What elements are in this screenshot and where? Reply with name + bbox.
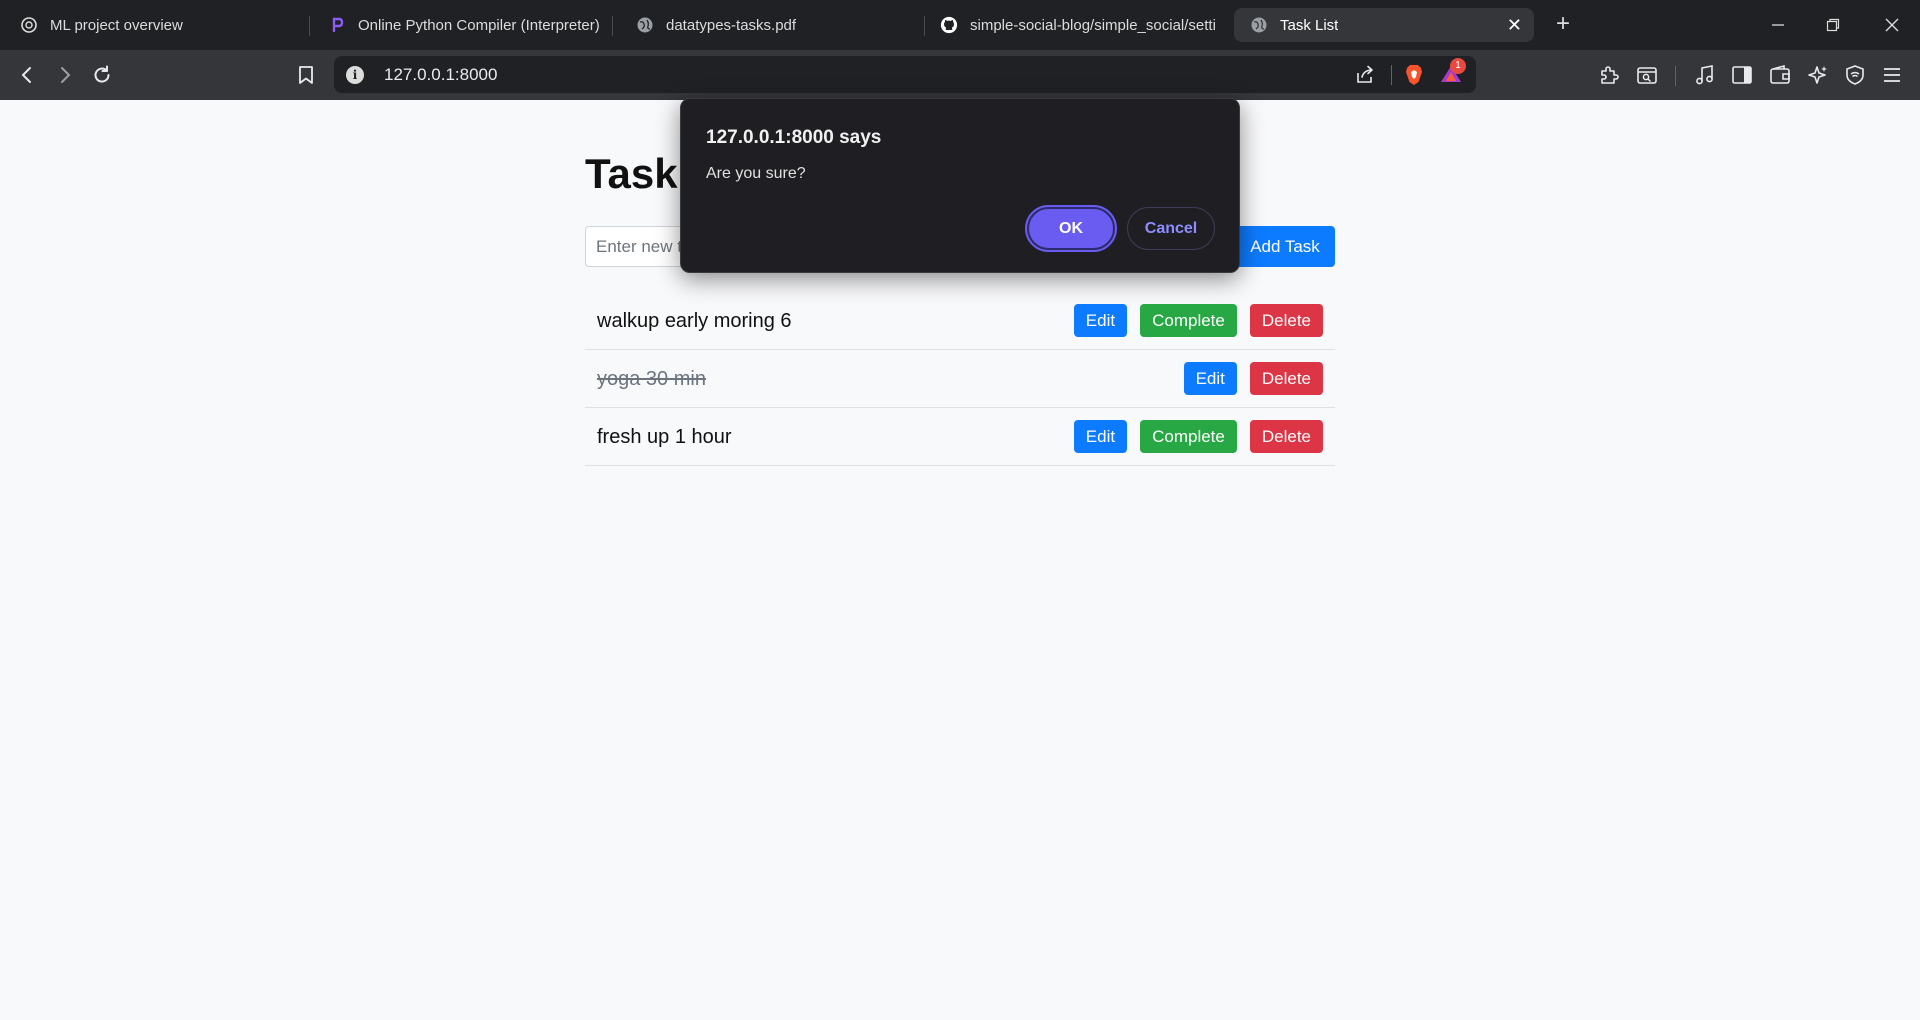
dialog-ok-button[interactable]: OK bbox=[1025, 205, 1117, 252]
site-info-icon[interactable]: i bbox=[346, 66, 364, 84]
task-text: fresh up 1 hour bbox=[597, 426, 732, 448]
new-tab-button[interactable]: + bbox=[1550, 12, 1576, 38]
tab-title: simple-social-blog/simple_social/setting… bbox=[970, 16, 1216, 34]
wallet-icon[interactable] bbox=[1767, 62, 1793, 88]
vpn-shield-icon[interactable] bbox=[1842, 62, 1868, 88]
tab-github-settings[interactable]: simple-social-blog/simple_social/setting… bbox=[940, 0, 1216, 50]
url-text[interactable]: 127.0.0.1:8000 bbox=[384, 65, 497, 85]
leo-ai-icon[interactable] bbox=[1805, 62, 1831, 88]
browser-toolbar: i 127.0.0.1:8000 1 bbox=[0, 50, 1920, 100]
brave-shields-icon[interactable] bbox=[1404, 64, 1424, 86]
share-icon[interactable] bbox=[1354, 65, 1376, 85]
task-text: yoga 30 min bbox=[597, 368, 706, 390]
delete-button[interactable]: Delete bbox=[1249, 362, 1323, 395]
tab-python-compiler[interactable]: Online Python Compiler (Interpreter) bbox=[328, 0, 600, 50]
add-task-button[interactable]: Add Task bbox=[1235, 226, 1335, 267]
minimize-icon[interactable] bbox=[1764, 12, 1792, 38]
back-icon[interactable] bbox=[14, 62, 40, 88]
globe-icon bbox=[1250, 16, 1268, 34]
dialog-message: Are you sure? bbox=[706, 165, 806, 182]
forward-icon[interactable] bbox=[52, 62, 78, 88]
tab-strip: ML project overview Online Python Compil… bbox=[0, 0, 1920, 50]
dialog-cancel-button[interactable]: Cancel bbox=[1127, 207, 1215, 250]
task-actions: Edit Complete Delete bbox=[1073, 304, 1323, 337]
task-row: walkup early moring 6 Edit Complete Dele… bbox=[585, 292, 1335, 350]
tab-datatypes-pdf[interactable]: datatypes-tasks.pdf bbox=[636, 0, 908, 50]
edit-button[interactable]: Edit bbox=[1073, 304, 1128, 337]
search-tab-icon[interactable] bbox=[1634, 62, 1660, 88]
delete-button[interactable]: Delete bbox=[1249, 420, 1323, 453]
address-bar[interactable]: i 127.0.0.1:8000 1 bbox=[334, 56, 1476, 93]
task-list: walkup early moring 6 Edit Complete Dele… bbox=[585, 292, 1335, 466]
extensions-icon[interactable] bbox=[1596, 62, 1622, 88]
task-actions: Edit Delete bbox=[1183, 362, 1323, 395]
tab-separator bbox=[612, 16, 613, 36]
bookmark-icon[interactable] bbox=[293, 62, 319, 88]
confirm-dialog: 127.0.0.1:8000 says Are you sure? OK Can… bbox=[680, 98, 1240, 273]
tab-title: Task List bbox=[1280, 16, 1339, 34]
programiz-icon bbox=[328, 16, 346, 34]
tab-title: ML project overview bbox=[50, 16, 183, 34]
task-row: fresh up 1 hour Edit Complete Delete bbox=[585, 408, 1335, 466]
github-icon bbox=[940, 16, 958, 34]
rewards-badge: 1 bbox=[1450, 58, 1466, 74]
globe-icon bbox=[636, 16, 654, 34]
tab-title: Online Python Compiler (Interpreter) bbox=[358, 16, 600, 34]
task-row: yoga 30 min Edit Delete bbox=[585, 350, 1335, 408]
sidebar-icon[interactable] bbox=[1729, 62, 1755, 88]
restore-icon[interactable] bbox=[1819, 12, 1847, 38]
tab-ml-project[interactable]: ML project overview bbox=[20, 0, 300, 50]
edit-button[interactable]: Edit bbox=[1073, 420, 1128, 453]
tab-title: datatypes-tasks.pdf bbox=[666, 16, 797, 34]
menu-icon[interactable] bbox=[1879, 62, 1905, 88]
brave-rewards-icon[interactable]: 1 bbox=[1440, 58, 1466, 86]
tab-separator bbox=[309, 16, 310, 36]
openai-icon bbox=[20, 16, 38, 34]
tab-separator bbox=[924, 16, 925, 36]
edit-button[interactable]: Edit bbox=[1183, 362, 1237, 395]
dialog-title: 127.0.0.1:8000 says bbox=[706, 127, 882, 148]
omnibox-divider bbox=[1391, 65, 1392, 85]
complete-button[interactable]: Complete bbox=[1140, 420, 1237, 453]
close-window-icon[interactable] bbox=[1878, 12, 1906, 38]
complete-button[interactable]: Complete bbox=[1140, 304, 1237, 337]
delete-button[interactable]: Delete bbox=[1249, 304, 1323, 337]
toolbar-divider bbox=[1675, 66, 1676, 86]
music-icon[interactable] bbox=[1692, 62, 1718, 88]
task-text: walkup early moring 6 bbox=[597, 310, 792, 332]
tab-task-list[interactable]: Task List ✕ bbox=[1234, 8, 1534, 42]
reload-icon[interactable] bbox=[89, 62, 115, 88]
task-actions: Edit Complete Delete bbox=[1073, 420, 1323, 453]
close-tab-icon[interactable]: ✕ bbox=[1507, 16, 1522, 34]
